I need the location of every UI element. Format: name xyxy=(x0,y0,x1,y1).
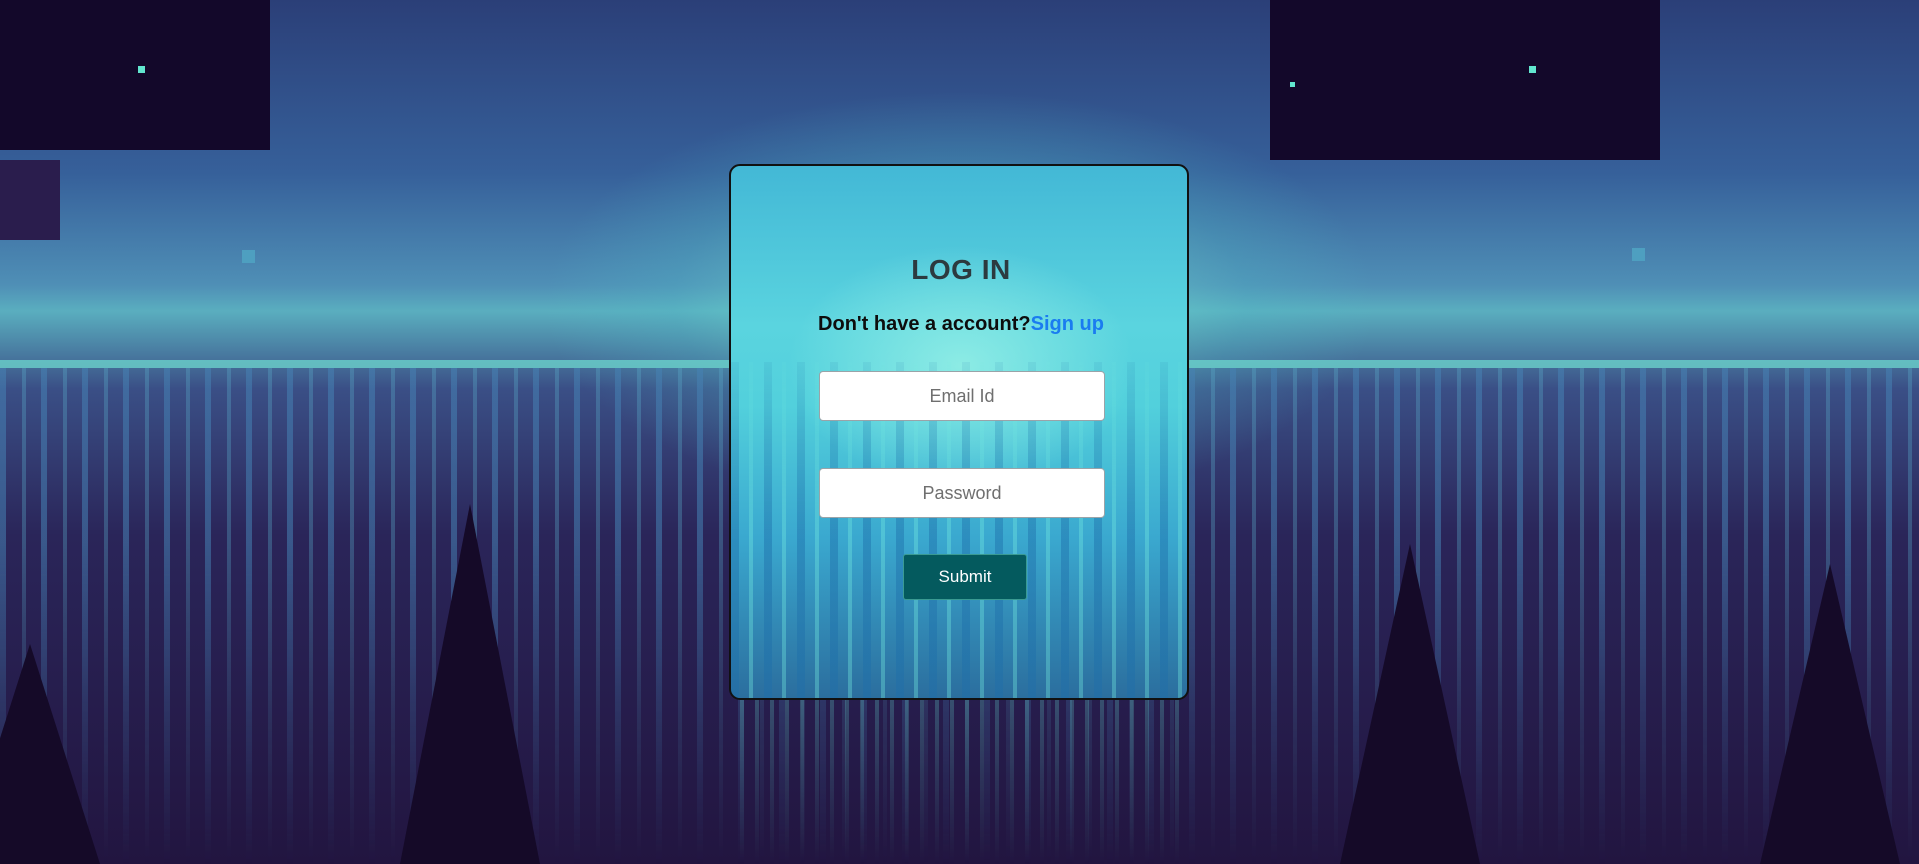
background-star xyxy=(1290,82,1295,87)
background-star xyxy=(242,250,255,263)
background-tree xyxy=(400,504,540,864)
background-star xyxy=(1632,248,1645,261)
signup-prompt-text: Don't have a account? xyxy=(818,313,1031,335)
login-title: LOG IN xyxy=(911,254,1011,285)
password-field[interactable] xyxy=(819,468,1105,518)
background-star xyxy=(1529,66,1536,73)
background-star xyxy=(138,66,145,73)
background-sky-shape xyxy=(0,0,270,150)
background-tree xyxy=(1760,564,1900,864)
email-field[interactable] xyxy=(819,371,1105,421)
background-tree xyxy=(1340,544,1480,864)
submit-button[interactable]: Submit xyxy=(903,554,1027,600)
signup-link[interactable]: Sign up xyxy=(1031,313,1104,335)
signup-prompt-line: Don't have a account?Sign up xyxy=(731,313,1187,336)
background-sky-shape xyxy=(1270,0,1660,160)
login-form: LOG IN Don't have a account?Sign up Subm… xyxy=(729,164,1189,700)
background-sky-shape xyxy=(0,160,60,240)
background-tree xyxy=(0,644,100,864)
